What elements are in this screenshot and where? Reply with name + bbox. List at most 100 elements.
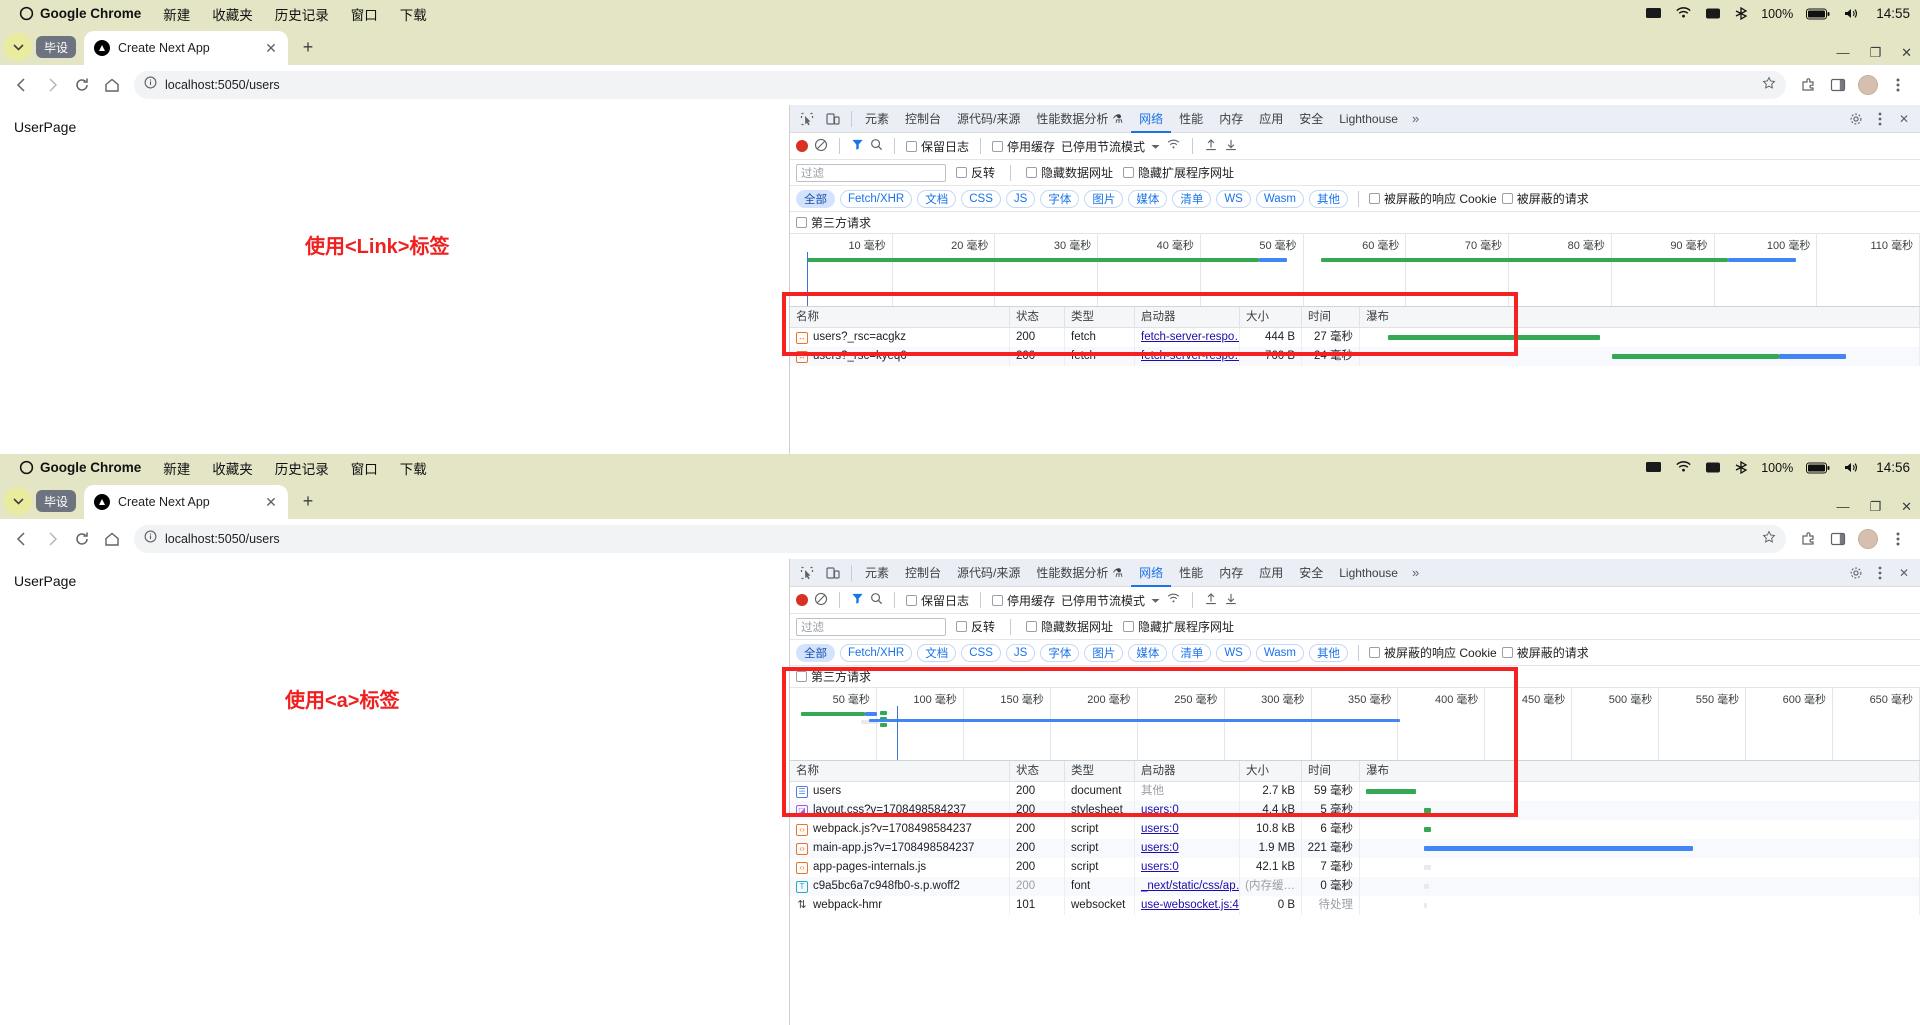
close-window-button[interactable]: ✕ (1901, 46, 1912, 59)
hide-data-urls-checkbox[interactable]: 隐藏数据网址 (1026, 618, 1113, 635)
tab-search-chevron-icon[interactable] (4, 487, 32, 515)
clear-network-log-icon[interactable] (814, 138, 828, 155)
third-party-checkbox[interactable]: 第三方请求 (796, 214, 871, 231)
record-button[interactable] (796, 594, 808, 606)
devtools-close-icon[interactable]: ✕ (1892, 561, 1916, 585)
table-row[interactable]: T c9a5bc6a7c948fb0-s.p.woff2 200 font _n… (790, 877, 1920, 896)
chevron-down-icon[interactable] (1151, 593, 1160, 607)
type-chip-css[interactable]: CSS (961, 643, 1001, 662)
wifi-icon[interactable] (1675, 7, 1692, 20)
type-chip-font[interactable]: 字体 (1040, 643, 1080, 662)
address-bar[interactable]: localhost:5050/users (134, 525, 1786, 553)
menubar-item-downloads[interactable]: 下载 (400, 4, 427, 24)
type-chip-media[interactable]: 媒体 (1128, 643, 1168, 662)
request-initiator-cell[interactable]: users:0 (1135, 839, 1240, 858)
battery-icon[interactable] (1806, 462, 1830, 474)
table-row[interactable]: ‹› main-app.js?v=1708498584237 200 scrip… (790, 839, 1920, 858)
forward-icon[interactable] (38, 525, 66, 553)
tab-lighthouse[interactable]: Lighthouse (1331, 559, 1406, 587)
request-name-cell[interactable]: ↔ users?_rsc=kyeq6 (790, 347, 1010, 366)
export-har-icon[interactable] (1224, 592, 1238, 609)
menubar-app-name[interactable]: Google Chrome (40, 6, 141, 21)
bookmark-star-icon[interactable] (1762, 75, 1776, 95)
request-name-cell[interactable]: ‹› webpack.js?v=1708498584237 (790, 820, 1010, 839)
tab-console[interactable]: 控制台 (897, 105, 949, 133)
invert-checkbox[interactable]: 反转 (956, 618, 995, 635)
devtools-more-options-icon[interactable] (1868, 107, 1892, 131)
tab-performance-insights[interactable]: 性能数据分析 ⚗ (1028, 105, 1131, 133)
request-initiator-cell[interactable]: fetch-server-respo… (1135, 328, 1240, 347)
new-tab-button[interactable]: + (294, 487, 322, 515)
type-chip-manifest[interactable]: 清单 (1172, 189, 1212, 208)
preserve-log-checkbox[interactable]: 保留日志 (906, 138, 969, 155)
type-chip-fetch-xhr[interactable]: Fetch/XHR (840, 189, 913, 208)
throttling-select[interactable]: 已停用节流模式 (1061, 138, 1145, 155)
back-icon[interactable] (8, 71, 36, 99)
tab-search-chevron-icon[interactable] (4, 33, 32, 61)
request-name-cell[interactable]: T c9a5bc6a7c948fb0-s.p.woff2 (790, 877, 1010, 896)
profile-chip[interactable]: 毕设 (36, 490, 77, 512)
device-toolbar-icon[interactable] (820, 561, 846, 585)
tab-security[interactable]: 安全 (1291, 105, 1331, 133)
minimize-button[interactable]: — (1836, 46, 1849, 59)
tab-elements[interactable]: 元素 (857, 559, 897, 587)
disable-cache-checkbox[interactable]: 停用缓存 (992, 592, 1055, 609)
type-chip-ws[interactable]: WS (1216, 189, 1251, 208)
address-bar[interactable]: localhost:5050/users (134, 71, 1786, 99)
request-initiator-cell[interactable]: use-websocket.js:42 (1135, 896, 1240, 915)
invert-checkbox[interactable]: 反转 (956, 164, 995, 181)
extensions-icon[interactable] (1794, 71, 1822, 99)
col-header-waterfall[interactable]: 瀑布 (1360, 761, 1920, 782)
clear-network-log-icon[interactable] (814, 592, 828, 609)
bluetooth-icon[interactable] (1734, 7, 1748, 20)
menubar-item-bookmarks[interactable]: 收藏夹 (212, 4, 253, 24)
hide-data-urls-checkbox[interactable]: 隐藏数据网址 (1026, 164, 1113, 181)
network-overview-timeline-top[interactable]: 10 毫秒 20 毫秒 30 毫秒 40 毫秒 50 毫秒 60 毫秒 70 毫… (790, 234, 1920, 307)
network-conditions-icon[interactable] (1166, 592, 1181, 608)
blocked-requests-checkbox[interactable]: 被屏蔽的请求 (1501, 190, 1589, 207)
bluetooth-icon[interactable] (1734, 461, 1748, 474)
menubar-item-downloads[interactable]: 下载 (400, 458, 427, 478)
request-name-cell[interactable]: ‹› main-app.js?v=1708498584237 (790, 839, 1010, 858)
battery-icon[interactable] (1806, 8, 1830, 20)
menubar-item-new[interactable]: 新建 (163, 4, 190, 24)
forward-icon[interactable] (38, 71, 66, 99)
table-row[interactable]: ↔ users?_rsc=acgkz 200 fetch fetch-serve… (790, 328, 1920, 347)
new-tab-button[interactable]: + (294, 33, 322, 61)
tab-close-icon[interactable]: ✕ (262, 493, 280, 511)
type-chip-ws[interactable]: WS (1216, 643, 1251, 662)
devtools-settings-gear-icon[interactable] (1844, 107, 1868, 131)
table-row[interactable]: ↔ users?_rsc=kyeq6 200 fetch fetch-serve… (790, 347, 1920, 366)
search-icon[interactable] (870, 592, 883, 608)
type-chip-font[interactable]: 字体 (1040, 189, 1080, 208)
network-overview-timeline-bottom[interactable]: 50 毫秒 100 毫秒 150 毫秒 200 毫秒 250 毫秒 300 毫秒… (790, 688, 1920, 761)
menubar-item-window[interactable]: 窗口 (351, 458, 378, 478)
apple-logo-icon[interactable] (12, 460, 40, 475)
profile-chip[interactable]: 毕设 (36, 36, 77, 58)
table-row[interactable]: ☰ users 200 document 其他 2.7 kB 59 毫秒 (790, 782, 1920, 801)
devtools-close-icon[interactable]: ✕ (1892, 107, 1916, 131)
blocked-requests-checkbox[interactable]: 被屏蔽的请求 (1501, 644, 1589, 661)
more-tabs-icon[interactable]: » (1406, 565, 1425, 580)
network-conditions-icon[interactable] (1166, 138, 1181, 154)
search-icon[interactable] (870, 138, 883, 154)
col-header-name[interactable]: 名称 (790, 761, 1010, 782)
chrome-menu-icon[interactable] (1884, 525, 1912, 553)
request-name-cell[interactable]: ‹› app-pages-internals.js (790, 858, 1010, 877)
menubar-clock[interactable]: 14:55 (1876, 6, 1910, 21)
reload-icon[interactable] (68, 71, 96, 99)
type-chip-js[interactable]: JS (1005, 189, 1036, 208)
menubar-clock[interactable]: 14:56 (1876, 460, 1910, 475)
avatar[interactable] (1854, 525, 1882, 553)
tab-performance[interactable]: 性能 (1171, 105, 1211, 133)
site-info-icon[interactable] (144, 530, 157, 548)
col-header-waterfall[interactable]: 瀑布 (1360, 307, 1920, 328)
apple-logo-icon[interactable] (12, 6, 40, 21)
record-button[interactable] (796, 140, 808, 152)
tab-network[interactable]: 网络 (1131, 105, 1171, 133)
col-header-type[interactable]: 类型 (1065, 307, 1135, 328)
table-row[interactable]: ‹› webpack.js?v=1708498584237 200 script… (790, 820, 1920, 839)
col-header-status[interactable]: 状态 (1010, 761, 1065, 782)
request-initiator-cell[interactable]: fetch-server-respo… (1135, 347, 1240, 366)
type-chip-css[interactable]: CSS (961, 189, 1001, 208)
